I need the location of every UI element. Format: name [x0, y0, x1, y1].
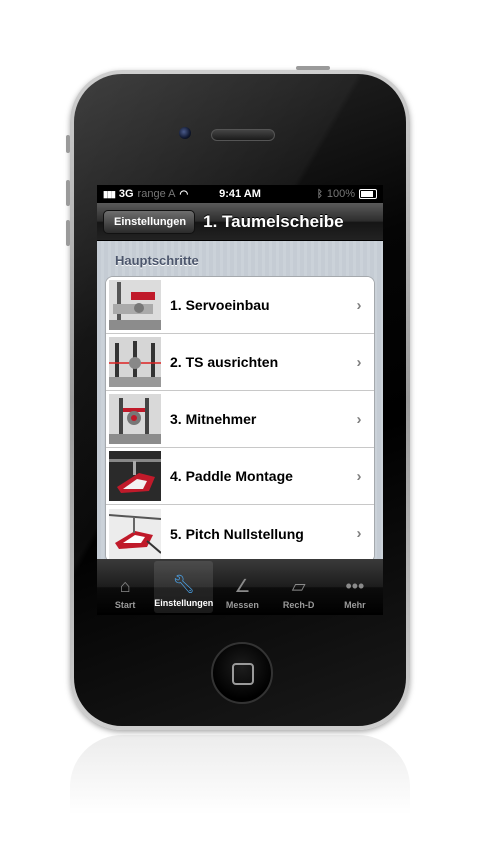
- chevron-right-icon: ›: [356, 410, 362, 428]
- phone-reflection: [70, 735, 410, 835]
- more-icon: •••: [345, 576, 365, 596]
- tab-label: Rech-D: [282, 600, 315, 610]
- status-bar: ▮▮▮ 3G range A ◠ 9:41 AM ᛒ 100%: [97, 185, 383, 203]
- mute-switch[interactable]: [66, 135, 70, 153]
- chevron-right-icon: ›: [356, 467, 362, 485]
- tab-bar: ⌂ Start 🔧︎ Einstellungen ∠ Messen ▱ Rech…: [97, 559, 383, 615]
- home-button[interactable]: [211, 642, 273, 704]
- chevron-right-icon: ›: [356, 525, 362, 542]
- home-icon: ⌂: [119, 576, 131, 596]
- driver-thumb: [109, 394, 161, 444]
- chevron-right-icon: ›: [356, 353, 362, 371]
- battery-icon: [359, 189, 377, 199]
- row-label: 5. Pitch Nullstellung: [170, 525, 304, 542]
- earpiece-speaker: [211, 129, 275, 141]
- steps-table: 1. Servoeinbau › 2. TS ausrichten › 3. M…: [105, 276, 375, 559]
- row-label: 3. Mitnehmer: [170, 411, 257, 427]
- tab-messen[interactable]: ∠ Messen: [214, 559, 270, 615]
- servo-thumb: [109, 280, 161, 330]
- list-item-mitnehmer[interactable]: 3. Mitnehmer ›: [106, 391, 374, 448]
- navigation-bar: Einstellungen 1. Taumelscheibe: [97, 203, 383, 241]
- front-camera: [179, 127, 191, 139]
- home-square-icon: [232, 663, 254, 685]
- status-time: 9:41 AM: [219, 188, 261, 200]
- row-label: 2. TS ausrichten: [170, 354, 279, 370]
- ruler-icon: ▱: [291, 576, 306, 596]
- list-item-ts-ausrichten[interactable]: 2. TS ausrichten ›: [106, 334, 374, 391]
- power-button[interactable]: [296, 66, 330, 70]
- swashplate-thumb: [109, 337, 161, 387]
- page-title: 1. Taumelscheibe: [203, 211, 344, 231]
- wrench-icon: 🔧︎: [172, 574, 196, 594]
- tab-label: Einstellungen: [154, 598, 214, 608]
- row-label: 1. Servoeinbau: [170, 297, 270, 313]
- phone-screen: ▮▮▮ 3G range A ◠ 9:41 AM ᛒ 100% Einstell…: [97, 185, 383, 615]
- tab-label: Messen: [225, 600, 259, 610]
- row-label: 4. Paddle Montage: [170, 468, 293, 484]
- content-area: Hauptschritte 1. Servoeinbau › 2. TS aus…: [97, 241, 383, 559]
- tab-start[interactable]: ⌂ Start: [97, 559, 153, 615]
- volume-up-button[interactable]: [66, 180, 70, 206]
- tab-rech-d[interactable]: ▱ Rech-D: [271, 559, 327, 615]
- list-item-paddle-montage[interactable]: 4. Paddle Montage ›: [106, 448, 374, 505]
- list-item-servoeinbau[interactable]: 1. Servoeinbau ›: [106, 277, 374, 334]
- tab-label: Start: [114, 600, 136, 610]
- protractor-icon: ∠: [234, 576, 251, 596]
- tab-mehr[interactable]: ••• Mehr: [327, 559, 383, 615]
- paddle-thumb: [109, 451, 161, 501]
- list-item-pitch-nullstellung[interactable]: 5. Pitch Nullstellung ›: [106, 505, 374, 559]
- chevron-right-icon: ›: [356, 296, 362, 314]
- volume-down-button[interactable]: [66, 220, 70, 246]
- back-button[interactable]: Einstellungen: [103, 209, 196, 234]
- tab-einstellungen[interactable]: 🔧︎ Einstellungen: [154, 561, 214, 613]
- tab-label: Mehr: [344, 600, 366, 610]
- heli-thumb: [109, 508, 161, 559]
- section-header: Hauptschritte: [115, 253, 199, 268]
